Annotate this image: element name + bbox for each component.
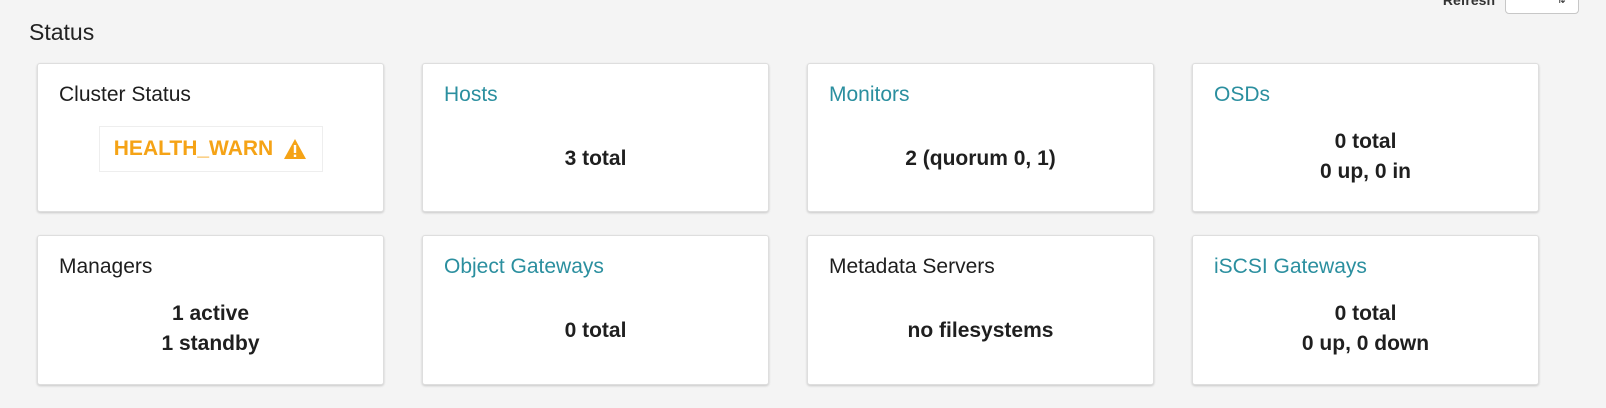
card-osds: OSDs 0 total 0 up, 0 in bbox=[1192, 63, 1539, 212]
status-card-grid: Cluster Status HEALTH_WARN Hosts 3 total… bbox=[37, 63, 1539, 385]
card-body: HEALTH_WARN bbox=[38, 120, 383, 197]
section-title: Status bbox=[29, 19, 95, 45]
osds-up-in: 0 up, 0 in bbox=[1319, 159, 1411, 183]
object-gateways-link[interactable]: Object Gateways bbox=[444, 255, 604, 279]
card-title: Managers bbox=[59, 255, 153, 278]
managers-active: 1 active bbox=[171, 302, 250, 325]
card-title: Cluster Status bbox=[59, 83, 191, 106]
card-hosts: Hosts 3 total bbox=[422, 63, 769, 212]
object-gateways-total: 0 total bbox=[564, 319, 627, 342]
card-body: no filesystems bbox=[808, 292, 1153, 370]
chevron-updown-icon: ⇅ bbox=[1556, 0, 1566, 6]
warning-triangle-icon bbox=[283, 138, 307, 160]
managers-standby: 1 standby bbox=[161, 332, 260, 355]
card-body: 1 active 1 standby bbox=[38, 288, 383, 370]
card-object-gateways: Object Gateways 0 total bbox=[422, 235, 769, 385]
refresh-interval-select[interactable]: ⇅ bbox=[1505, 0, 1579, 14]
card-body: 3 total bbox=[423, 120, 768, 197]
hosts-link[interactable]: Hosts bbox=[444, 83, 498, 107]
card-monitors: Monitors 2 (quorum 0, 1) bbox=[807, 63, 1154, 212]
dashboard-page: Refresh ⇅ Status Cluster Status HEALTH_W… bbox=[0, 0, 1606, 408]
card-body: 0 total 0 up, 0 in bbox=[1193, 116, 1538, 197]
monitors-link[interactable]: Monitors bbox=[829, 83, 910, 107]
iscsi-gateways-link[interactable]: iSCSI Gateways bbox=[1214, 255, 1367, 279]
card-title: Metadata Servers bbox=[829, 255, 995, 278]
card-body: 0 total bbox=[423, 292, 768, 370]
hosts-total: 3 total bbox=[564, 146, 627, 170]
refresh-label: Refresh bbox=[1442, 0, 1495, 8]
card-metadata-servers: Metadata Servers no filesystems bbox=[807, 235, 1154, 385]
card-body: 2 (quorum 0, 1) bbox=[808, 120, 1153, 197]
osds-total: 0 total bbox=[1334, 129, 1397, 153]
iscsi-gateways-up-down: 0 up, 0 down bbox=[1301, 332, 1430, 355]
metadata-servers-summary: no filesystems bbox=[907, 319, 1054, 342]
card-iscsi-gateways: iSCSI Gateways 0 total 0 up, 0 down bbox=[1192, 235, 1539, 385]
health-status-text: HEALTH_WARN bbox=[113, 137, 274, 160]
health-status-badge[interactable]: HEALTH_WARN bbox=[98, 126, 323, 172]
card-managers: Managers 1 active 1 standby bbox=[37, 235, 384, 385]
card-body: 0 total 0 up, 0 down bbox=[1193, 288, 1538, 370]
iscsi-gateways-total: 0 total bbox=[1334, 302, 1397, 325]
card-cluster-status: Cluster Status HEALTH_WARN bbox=[37, 63, 384, 212]
osds-link[interactable]: OSDs bbox=[1214, 83, 1270, 107]
monitors-summary: 2 (quorum 0, 1) bbox=[905, 146, 1056, 170]
refresh-control: Refresh ⇅ bbox=[1443, 0, 1579, 14]
